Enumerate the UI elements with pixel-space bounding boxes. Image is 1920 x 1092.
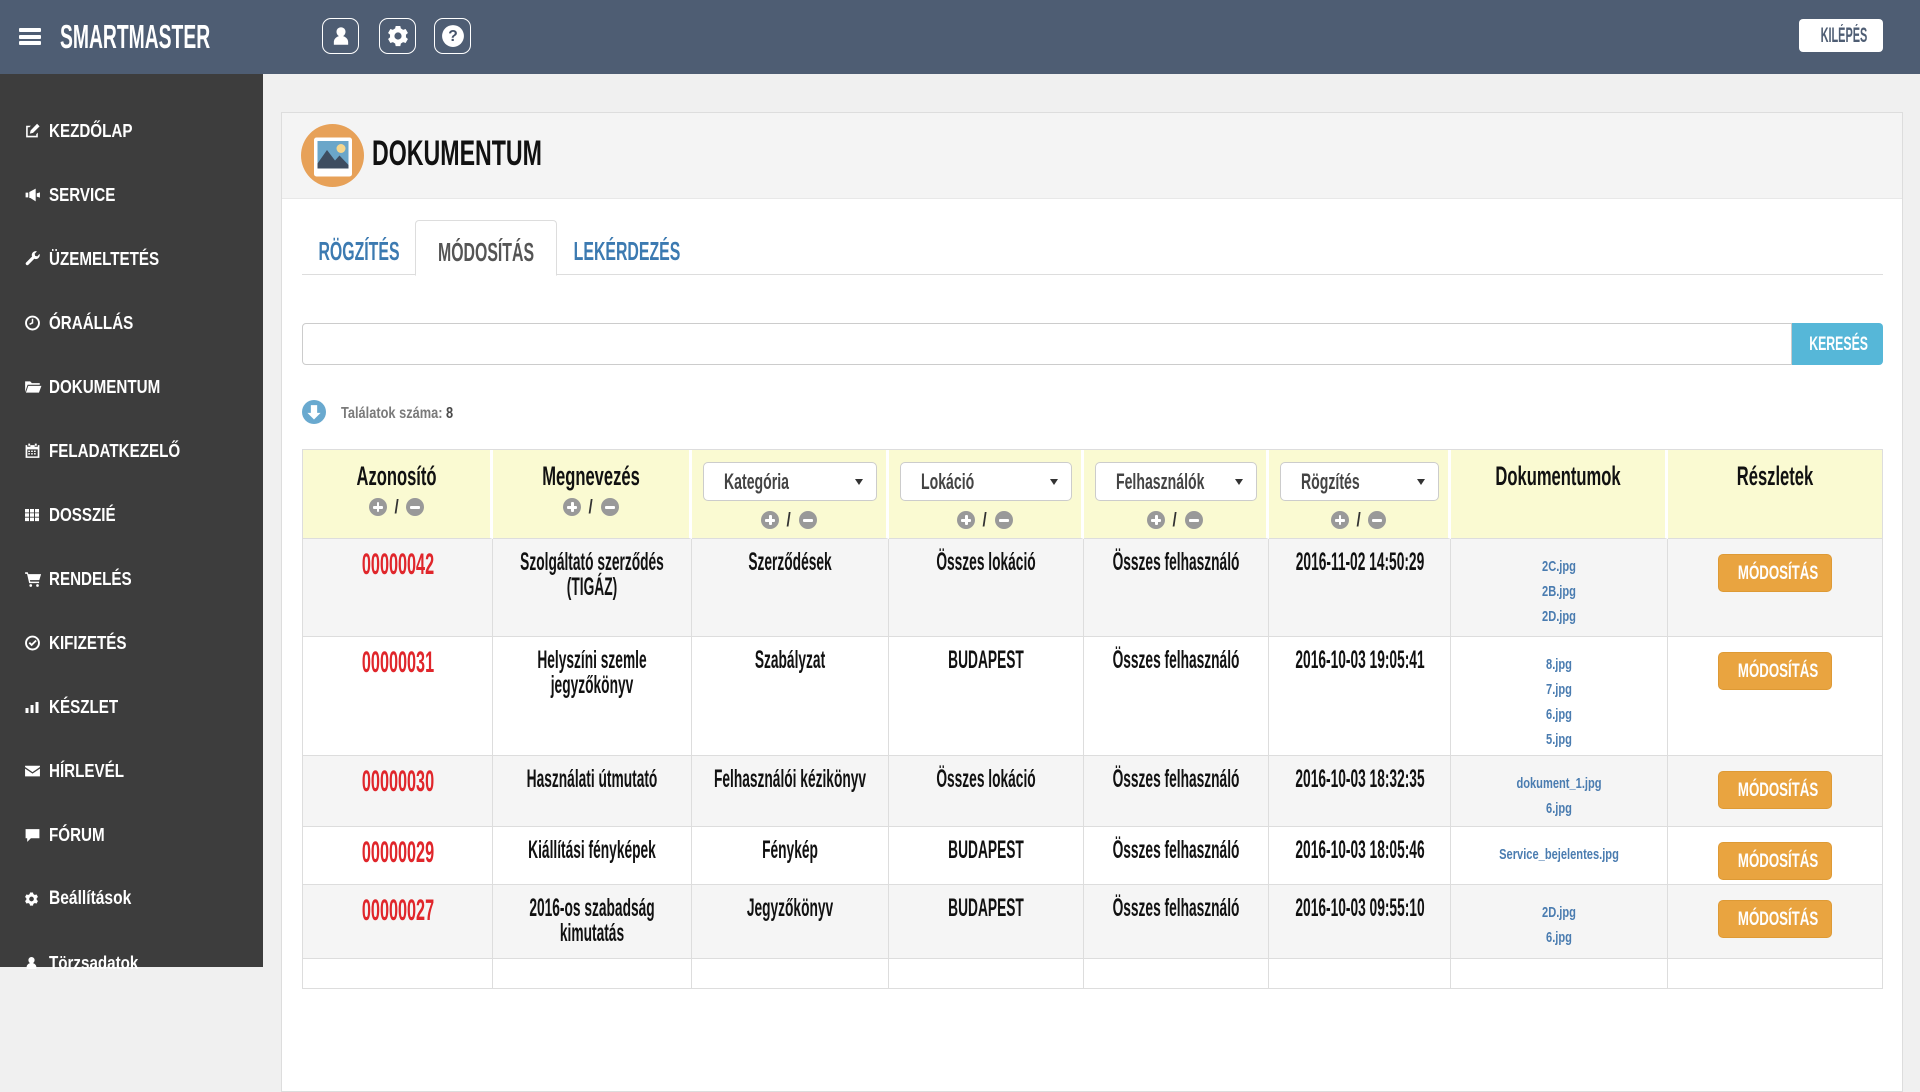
svg-text:?: ? xyxy=(448,28,458,45)
